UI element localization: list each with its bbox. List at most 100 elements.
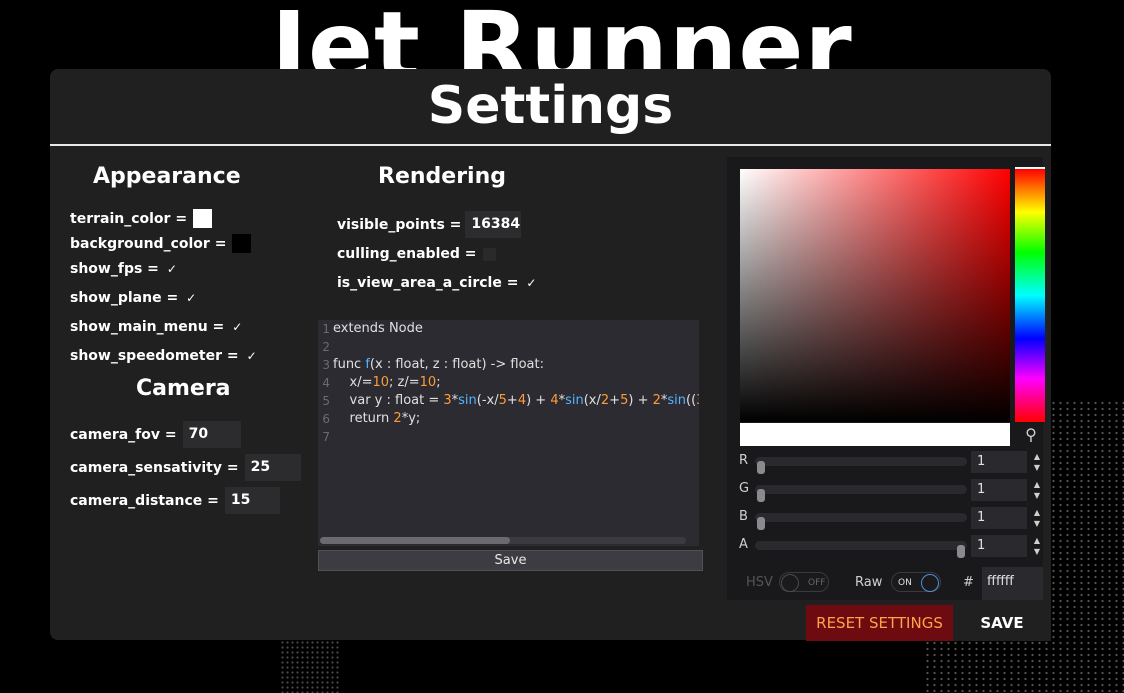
channel-label: G xyxy=(739,481,750,496)
camera-fov-input[interactable]: 70 xyxy=(182,421,241,448)
spinbox-arrows-icon[interactable]: ▲ ▼ xyxy=(1032,535,1042,557)
code-line-5: var y : float = 3*sin(-x/5+4) + 4*sin(x/… xyxy=(333,393,699,408)
hue-marker[interactable] xyxy=(1015,167,1045,169)
code-line-1: extends Node xyxy=(333,321,423,336)
channel-b-slider[interactable] xyxy=(755,513,967,530)
camera-fov-row: camera_fov = 70 xyxy=(70,421,241,448)
reset-settings-button[interactable]: RESET SETTINGS xyxy=(806,605,953,641)
slider-grabber[interactable] xyxy=(957,545,965,558)
eyedropper-icon[interactable]: ⚲ xyxy=(1021,425,1041,445)
line-number: 6 xyxy=(322,412,330,426)
line-number: 7 xyxy=(322,430,330,444)
camera-sensativity-row: camera_sensativity = 25 xyxy=(70,454,301,481)
show-speedometer-checkbox[interactable]: ✓ xyxy=(245,349,259,363)
show-plane-row: show_plane = ✓ xyxy=(70,290,198,306)
show-fps-row: show_fps = ✓ xyxy=(70,261,179,277)
slider-grabber[interactable] xyxy=(757,461,765,474)
show-plane-checkbox[interactable]: ✓ xyxy=(184,291,198,305)
terrain-point-cloud-small xyxy=(280,640,340,693)
terrain-color-label: terrain_color = xyxy=(70,210,188,227)
settings-panel: Settings Appearance terrain_color = back… xyxy=(50,69,1051,641)
spinbox-arrows-icon[interactable]: ▲ ▼ xyxy=(1032,451,1042,473)
terrain-function-code-editor[interactable]: 1 2 3 4 5 6 7 extends Node func f(x : fl… xyxy=(318,320,699,546)
channel-a-input[interactable]: 1 xyxy=(971,535,1027,557)
show-plane-label: show_plane = xyxy=(70,290,179,306)
mode-toggle-row: HSV OFF Raw ON # ffffff xyxy=(727,567,1043,600)
raw-label: Raw xyxy=(855,575,883,590)
line-number: 1 xyxy=(322,322,330,336)
camera-sensativity-label: camera_sensativity = xyxy=(70,459,239,476)
spinbox-arrows-icon[interactable]: ▲ ▼ xyxy=(1032,479,1042,501)
channel-g-slider[interactable] xyxy=(755,485,967,502)
show-main-menu-label: show_main_menu = xyxy=(70,319,225,335)
channel-r-slider[interactable] xyxy=(755,457,967,474)
spinbox-arrows-icon[interactable]: ▲ ▼ xyxy=(1032,507,1042,529)
view-area-circle-row: is_view_area_a_circle = ✓ xyxy=(337,275,538,291)
visible-points-input[interactable]: 16384 xyxy=(465,211,522,238)
camera-distance-input[interactable]: 15 xyxy=(224,487,280,514)
hsv-toggle-state: OFF xyxy=(808,578,826,588)
channel-label: R xyxy=(739,453,749,468)
line-number: 4 xyxy=(322,376,330,390)
scrollbar-thumb[interactable] xyxy=(320,537,510,544)
channel-b-input[interactable]: 1 xyxy=(971,507,1027,529)
slider-grabber[interactable] xyxy=(757,517,765,530)
editor-horizontal-scrollbar[interactable] xyxy=(320,537,686,544)
culling-checkbox[interactable] xyxy=(482,247,496,261)
show-main-menu-checkbox[interactable]: ✓ xyxy=(230,320,244,334)
visible-points-row: visible_points = 16384 xyxy=(337,211,522,238)
code-save-button[interactable]: Save xyxy=(318,550,703,571)
camera-distance-row: camera_distance = 15 xyxy=(70,487,280,514)
line-number: 2 xyxy=(322,340,330,354)
channel-g-row: G 1 ▲ ▼ xyxy=(739,479,1042,502)
visible-points-label: visible_points = xyxy=(337,216,462,233)
channel-r-input[interactable]: 1 xyxy=(971,451,1027,473)
code-line-4: x/=10; z/=10; xyxy=(333,375,441,390)
channel-a-row: A 1 ▲ ▼ xyxy=(739,535,1042,558)
toggle-knob xyxy=(781,574,799,592)
line-number: 3 xyxy=(322,358,330,372)
raw-toggle-state: ON xyxy=(898,578,912,588)
culling-row: culling_enabled = xyxy=(337,246,496,262)
save-settings-button[interactable]: SAVE xyxy=(953,605,1051,641)
channel-g-input[interactable]: 1 xyxy=(971,479,1027,501)
toggle-knob xyxy=(921,574,939,592)
show-fps-label: show_fps = xyxy=(70,261,159,277)
background-color-label: background_color = xyxy=(70,235,227,252)
show-main-menu-row: show_main_menu = ✓ xyxy=(70,319,244,335)
slider-grabber[interactable] xyxy=(757,489,765,502)
camera-distance-label: camera_distance = xyxy=(70,492,219,509)
channel-label: B xyxy=(739,509,748,524)
channel-a-slider[interactable] xyxy=(755,541,967,558)
color-preview xyxy=(740,423,1010,446)
terrain-color-swatch[interactable] xyxy=(193,209,213,228)
appearance-heading: Appearance xyxy=(93,164,241,189)
color-picker: ⚲ R 1 ▲ ▼ G 1 ▲ ▼ B 1 ▲ ▼ A 1 ▲ ▼ HSV OF… xyxy=(727,157,1045,600)
culling-label: culling_enabled = xyxy=(337,246,477,262)
hex-input[interactable]: ffffff xyxy=(982,567,1043,600)
background-color-row: background_color = xyxy=(70,234,252,253)
channel-label: A xyxy=(739,537,748,552)
panel-title: Settings xyxy=(427,76,674,136)
show-fps-checkbox[interactable]: ✓ xyxy=(165,262,179,276)
hash-label: # xyxy=(963,575,974,590)
raw-toggle[interactable]: ON xyxy=(891,572,941,592)
background-color-swatch[interactable] xyxy=(232,234,252,253)
saturation-value-area[interactable] xyxy=(740,169,1010,422)
rendering-heading: Rendering xyxy=(378,164,506,189)
camera-sensativity-input[interactable]: 25 xyxy=(244,454,301,481)
code-line-3: func f(x : float, z : float) -> float: xyxy=(333,357,544,372)
hsv-label: HSV xyxy=(746,575,773,590)
camera-heading: Camera xyxy=(136,376,231,401)
camera-fov-label: camera_fov = xyxy=(70,426,177,443)
show-speedometer-row: show_speedometer = ✓ xyxy=(70,348,259,364)
terrain-color-row: terrain_color = xyxy=(70,209,213,228)
hsv-toggle[interactable]: OFF xyxy=(779,572,829,592)
channel-b-row: B 1 ▲ ▼ xyxy=(739,507,1042,530)
code-line-6: return 2*y; xyxy=(333,411,421,426)
hue-slider[interactable] xyxy=(1015,169,1045,422)
view-area-circle-checkbox[interactable]: ✓ xyxy=(524,276,538,290)
view-area-circle-label: is_view_area_a_circle = xyxy=(337,275,519,291)
title-divider xyxy=(50,144,1051,146)
channel-r-row: R 1 ▲ ▼ xyxy=(739,451,1042,474)
